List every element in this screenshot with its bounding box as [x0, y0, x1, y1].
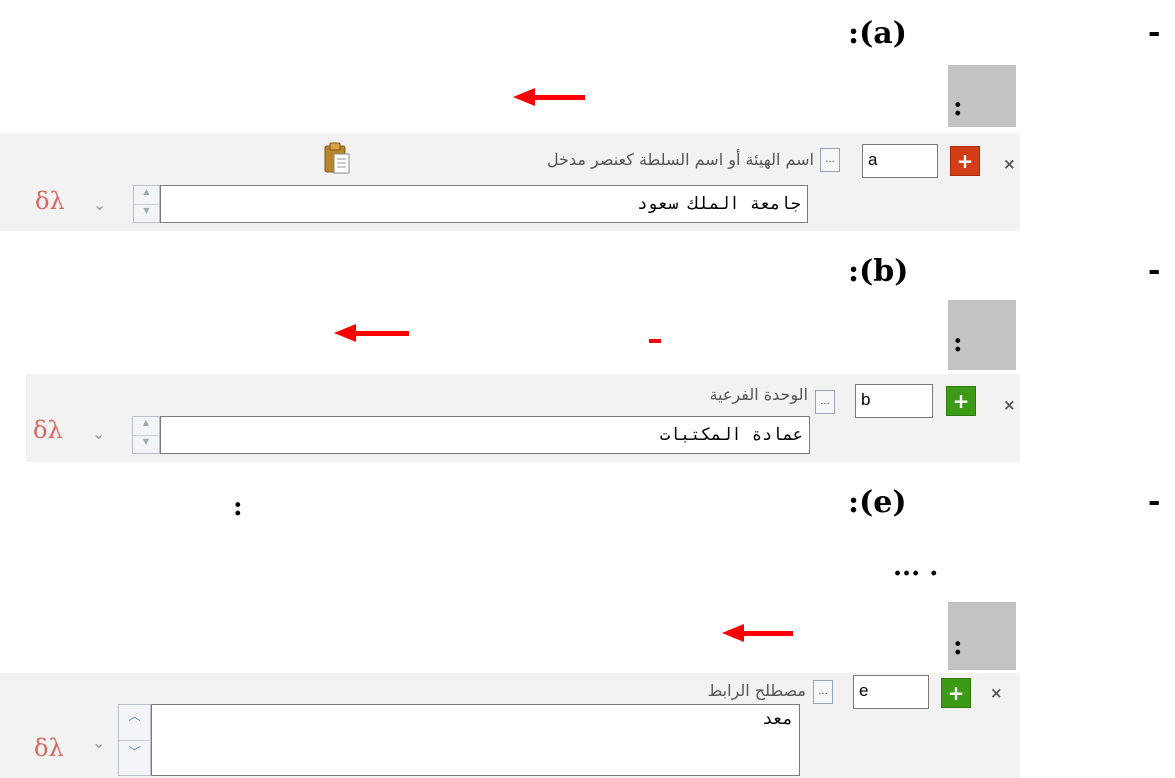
colon-label: : [953, 631, 963, 661]
spinner[interactable]: ▲ ▼ [133, 185, 160, 223]
chevron-down-icon[interactable]: ⌄ [92, 424, 105, 444]
close-icon[interactable]: × [1003, 154, 1016, 174]
chevron-down-icon[interactable]: ⌄ [92, 733, 105, 753]
add-subfield-button[interactable]: + [946, 386, 976, 416]
field-label: الوحدة الفرعية [709, 385, 808, 404]
red-arrow [722, 624, 793, 642]
colon-label: : [953, 92, 963, 122]
field-label: اسم الهيئة أو اسم السلطة كعنصر مدخل [546, 150, 814, 169]
bullet-dash: - [1148, 253, 1161, 288]
spinner[interactable]: ▲ ▼ [132, 416, 160, 454]
red-mark [649, 339, 661, 343]
bullet-dash: - [1148, 484, 1161, 519]
subfield-label-e: :(e) [848, 485, 907, 520]
clipboard-icon[interactable] [322, 141, 352, 175]
special-characters-button[interactable]: δλ [35, 187, 65, 215]
subfield-editor-b: × + b ... الوحدة الفرعية عمادة المكتبات … [26, 374, 1020, 462]
subfield-label-b: :(b) [848, 254, 909, 289]
add-subfield-button[interactable]: + [950, 146, 980, 176]
subfield-value-input[interactable]: عمادة المكتبات [160, 416, 810, 454]
subfield-label-a: :(a) [848, 16, 907, 51]
more-button[interactable]: ... [820, 148, 840, 172]
subfield-editor-a: × + a ... اسم الهيئة أو اسم السلطة كعنصر… [0, 133, 1020, 231]
subfield-value-input[interactable]: معد [151, 704, 800, 776]
more-button[interactable]: ... [815, 390, 835, 414]
field-label: مصطلح الرابط [707, 681, 806, 700]
subfield-editor-e: × + e ... مصطلح الرابط معد ︿ ﹀ ⌄ δλ [0, 673, 1020, 778]
subfield-value-input[interactable]: جامعة الملك سعود [160, 185, 808, 223]
spin-down-icon[interactable]: ▼ [133, 435, 159, 453]
ellipsis-text: ... . [893, 552, 939, 582]
inline-colon: : [233, 492, 243, 522]
add-subfield-button[interactable]: + [941, 678, 971, 708]
spin-up-icon[interactable]: ▲ [134, 186, 159, 204]
subfield-code-input[interactable]: a [862, 144, 938, 178]
bullet-dash: - [1148, 15, 1161, 50]
close-icon[interactable]: × [1003, 395, 1016, 415]
spin-down-icon[interactable]: ﹀ [119, 740, 150, 775]
spinner[interactable]: ︿ ﹀ [118, 704, 151, 776]
subfield-code-input[interactable]: b [855, 384, 933, 418]
red-arrow [513, 88, 585, 106]
special-characters-button[interactable]: δλ [33, 416, 63, 444]
close-icon[interactable]: × [990, 683, 1003, 703]
subfield-code-input[interactable]: e [853, 675, 929, 709]
spin-up-icon[interactable]: ▲ [133, 417, 159, 435]
red-arrow [334, 324, 409, 342]
more-button[interactable]: ... [813, 680, 833, 704]
special-characters-button[interactable]: δλ [34, 734, 64, 762]
spin-down-icon[interactable]: ▼ [134, 204, 159, 222]
chevron-down-icon[interactable]: ⌄ [93, 195, 106, 215]
spin-up-icon[interactable]: ︿ [119, 705, 150, 740]
colon-label: : [953, 328, 963, 358]
